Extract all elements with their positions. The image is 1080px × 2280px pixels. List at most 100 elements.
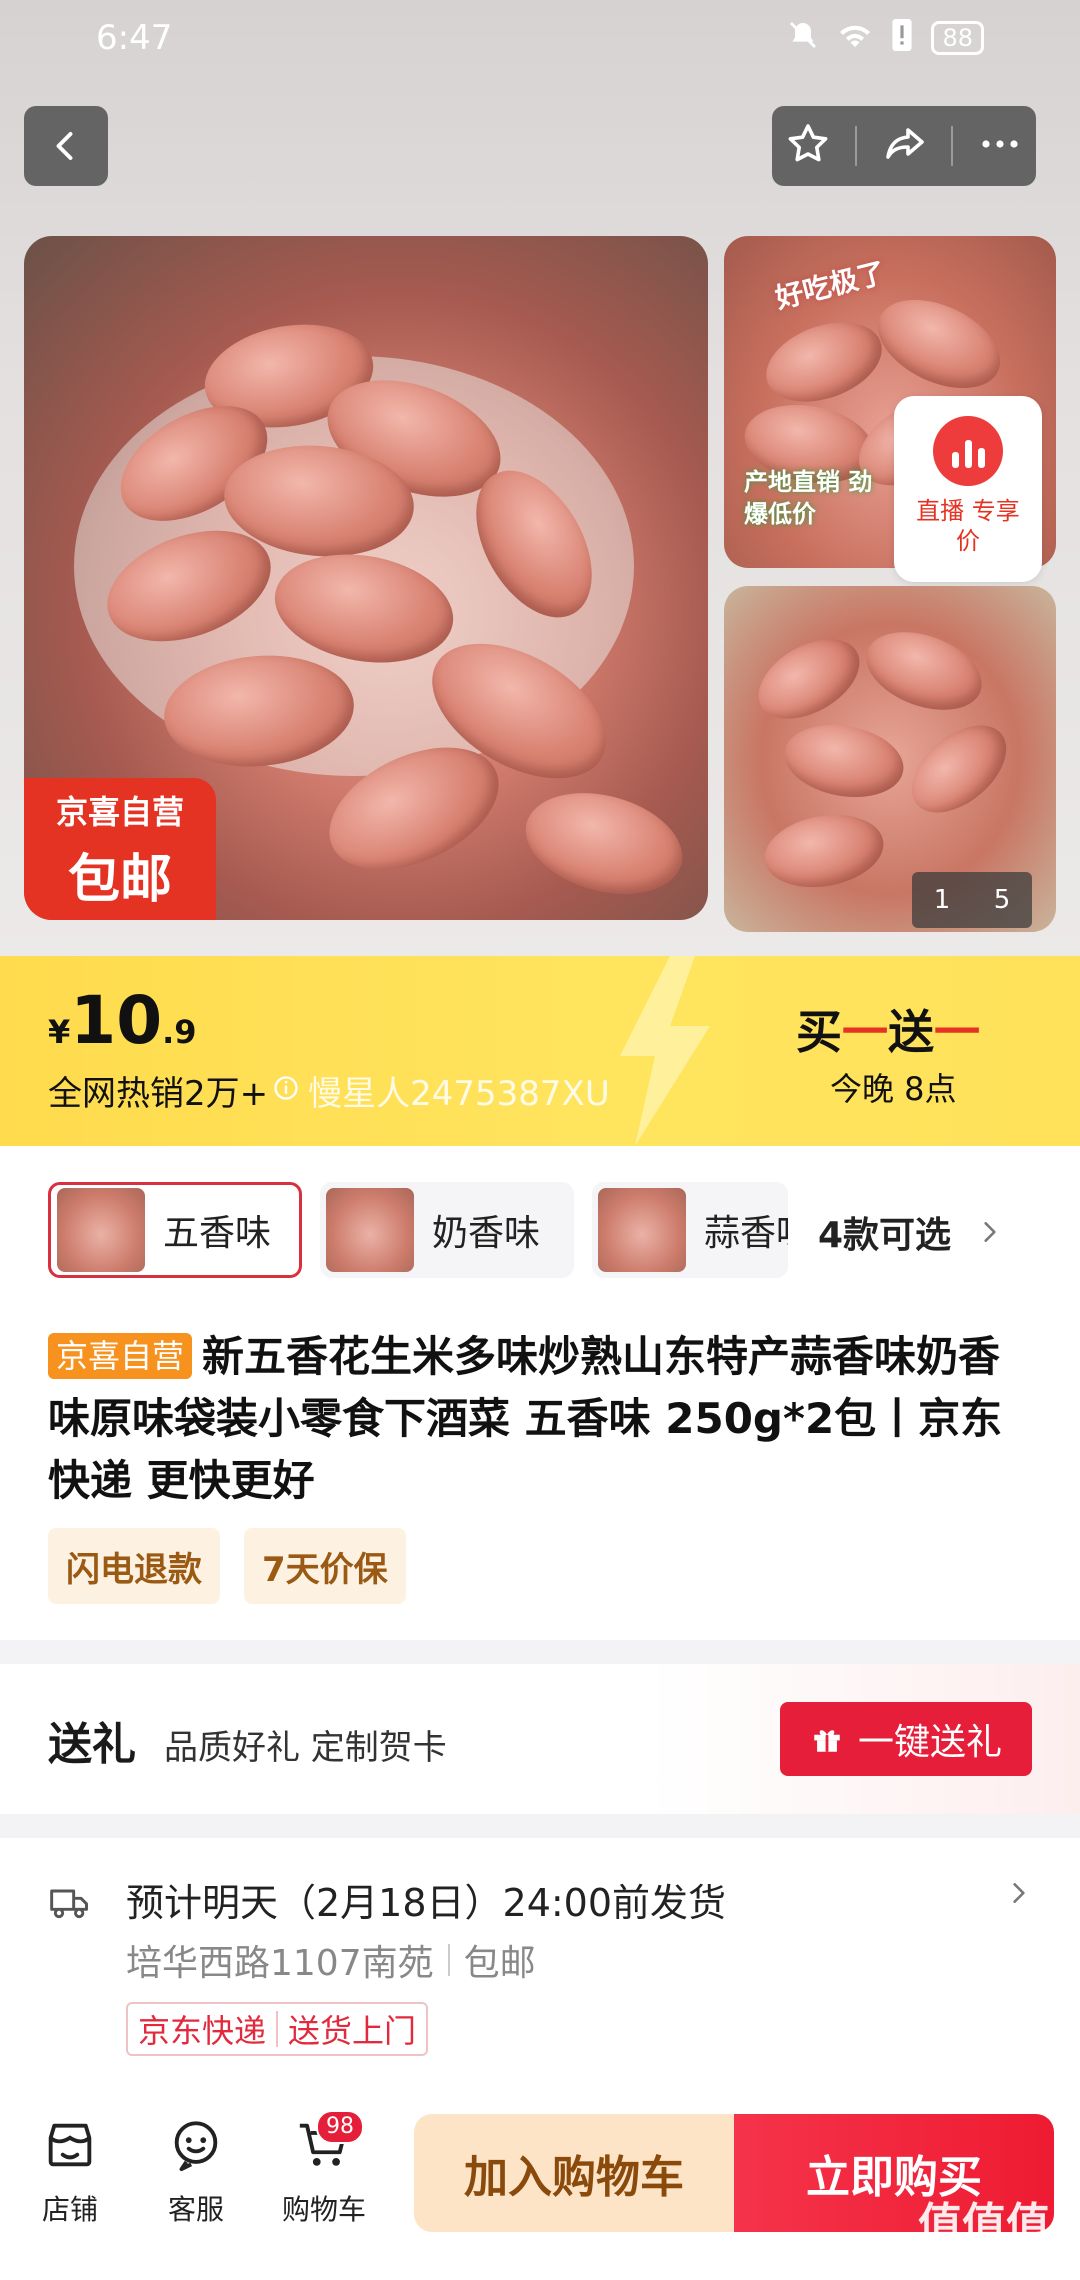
page-current: 1 [933, 885, 951, 915]
delivery-tag: 京东快递 送货上门 [126, 2002, 429, 2056]
info-icon [272, 1071, 300, 1111]
gift-section: 送礼 品质好礼 定制贺卡 一键送礼 [0, 1664, 1080, 1814]
promo-dash: 一 [842, 1005, 888, 1059]
user-watermark: 慢星人2475387XU [308, 1074, 610, 1114]
peanut [864, 282, 1014, 406]
promo-time: 今晚 8点 [830, 1070, 957, 1108]
variant-thumbnail [57, 1188, 145, 1272]
lightning-icon [620, 956, 710, 1146]
variant-thumbnail [598, 1188, 686, 1272]
star-icon [788, 124, 827, 162]
currency-symbol: ¥ [48, 1013, 71, 1051]
hot-sales-text: 全网热销2万+ [48, 1074, 269, 1114]
bogo-promo: 买一送一 [796, 996, 980, 1062]
price-integer: 10 [70, 982, 163, 1059]
customer-service-button[interactable]: 客服 [136, 2116, 256, 2228]
cart-button[interactable]: 98 购物车 [264, 2110, 384, 2228]
add-to-cart-label: 加入购物车 [464, 2152, 684, 2203]
action-divider [854, 126, 857, 166]
delivery-tag-carrier: 京东快递 [138, 2012, 267, 2050]
peanut [755, 307, 893, 417]
page-total: 5 [993, 885, 1011, 915]
cart-count-badge: 98 [316, 2110, 364, 2144]
gift-subtitle: 品质好礼 定制贺卡 [164, 1728, 447, 1768]
variant-label: 蒜香味 [704, 1213, 788, 1254]
badge-line1: 京喜自营 [55, 792, 184, 831]
more-variants-label: 4款可选 [818, 1215, 952, 1256]
action-divider [951, 126, 954, 166]
variant-thumbnail [326, 1188, 414, 1272]
gallery-page-indicator: 1 5 [912, 872, 1032, 928]
price-decimal: .9 [162, 1013, 197, 1051]
truck-icon [50, 1889, 88, 1919]
promo-buy: 买 [796, 1005, 842, 1059]
service-tag[interactable]: 闪电退款 [48, 1528, 220, 1604]
site-watermark-url: zhizhizhi.com [926, 2246, 1062, 2270]
price: ¥ 10 .9 [48, 982, 197, 1059]
product-info-card: 五香味 奶香味 蒜香味 4款可选 京喜自营新五香花生米多味炒熟山东特产蒜香味奶香… [0, 1146, 1080, 1640]
variant-option[interactable]: 蒜香味 [592, 1182, 788, 1278]
live-label: 直播 专享价 [916, 497, 1020, 555]
thumb-caption: 产地直销 劲爆低价 [744, 468, 873, 528]
status-bar: 6:47 88 [0, 0, 1080, 76]
delivery-tag-service: 送货上门 [288, 2012, 417, 2050]
chevron-right-icon [1013, 1883, 1025, 1903]
gift-icon [814, 1730, 840, 1752]
store-icon [48, 2123, 92, 2167]
peanut [744, 622, 874, 736]
peanut [895, 708, 1023, 830]
badge-line2: 包邮 [67, 849, 172, 910]
add-to-cart-button[interactable]: 加入购物车 [414, 2114, 734, 2232]
delivery-section[interactable]: 预计明天（2月18日）24:00前发货 培华西路1107南苑 包邮 京东快递 送… [0, 1838, 1080, 2100]
back-button[interactable] [24, 106, 108, 186]
delivery-eta: 预计明天（2月18日）24:00前发货 [126, 1881, 727, 1925]
more-button[interactable] [976, 120, 1024, 172]
send-gift-label: 一键送礼 [857, 1722, 1002, 1763]
variant-label: 五香味 [163, 1213, 272, 1254]
variant-option[interactable]: 奶香味 [320, 1182, 574, 1278]
thumb-caption: 好吃极了 [772, 255, 889, 316]
service-tag[interactable]: 7天价保 [244, 1528, 406, 1604]
chevron-right-icon [984, 1222, 996, 1242]
hot-sales-line: 全网热销2万+ 慢星人2475387XU [48, 1066, 610, 1115]
address-text: 培华西路1107南苑 [126, 1943, 434, 1984]
status-icons: 88 [787, 18, 984, 58]
chat-icon [174, 2121, 218, 2172]
mute-icon [787, 19, 819, 58]
send-gift-button[interactable]: 一键送礼 [780, 1702, 1032, 1776]
main-product-image[interactable]: 京喜自营 包邮 [24, 236, 708, 920]
status-time: 6:47 [96, 18, 173, 58]
more-icon [982, 140, 1018, 148]
variant-label: 奶香味 [432, 1213, 541, 1254]
delivery-address: 培华西路1107南苑 包邮 [126, 1934, 536, 1986]
share-icon [886, 128, 924, 159]
live-icon [933, 416, 1003, 486]
store-button[interactable]: 店铺 [10, 2116, 130, 2228]
price-banner: ¥ 10 .9 全网热销2万+ 慢星人2475387XU 买一送一 今晚 8点 [0, 956, 1080, 1146]
store-tag: 京喜自营 [48, 1333, 193, 1379]
live-price-button[interactable]: 直播 专享价 [894, 396, 1042, 582]
service-label: 客服 [167, 2193, 224, 2226]
promo-send: 送 [888, 1005, 934, 1059]
product-title: 京喜自营 新五香花生米多味炒熟山东特产蒜香味奶香味原味袋装小零食下酒菜 五香味 2… [48, 1326, 1038, 1512]
promo-dash: 一 [934, 1005, 980, 1059]
alert-icon [891, 18, 913, 58]
battery-icon: 88 [931, 21, 984, 55]
more-variants-button[interactable]: 4款可选 [818, 1206, 1003, 1258]
peanut [778, 716, 910, 806]
wifi-icon [837, 20, 873, 57]
service-tags: 闪电退款 7天价保 [48, 1528, 406, 1604]
peanut [758, 806, 890, 896]
cart-label: 购物车 [281, 2193, 366, 2226]
header-actions [772, 106, 1036, 186]
self-operated-badge: 京喜自营 包邮 [24, 778, 216, 920]
peanut [855, 617, 993, 725]
favorite-button[interactable] [784, 120, 832, 172]
share-button[interactable] [880, 120, 928, 172]
site-watermark: 值值值 [918, 2199, 1050, 2250]
variant-option[interactable]: 五香味 [48, 1182, 302, 1278]
store-label: 店铺 [41, 2193, 98, 2226]
chevron-left-icon [56, 132, 73, 160]
shipping-text: 包邮 [463, 1943, 536, 1984]
gift-title: 送礼 [48, 1719, 136, 1770]
